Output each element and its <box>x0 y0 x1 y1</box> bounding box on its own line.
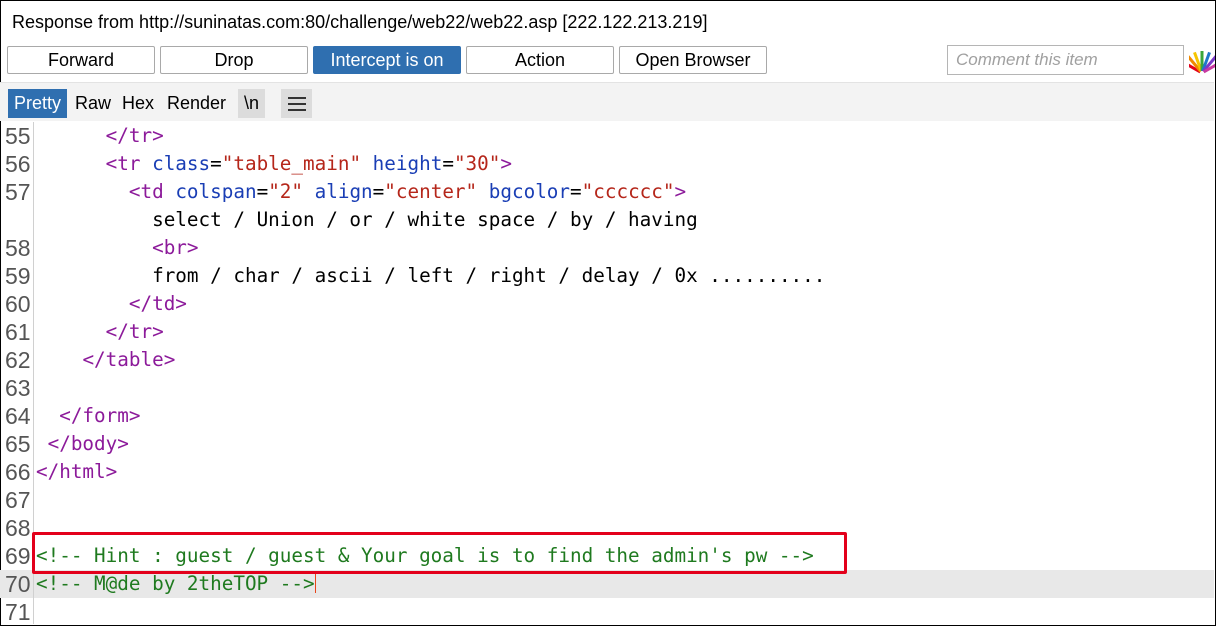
newline-toggle-button[interactable]: \n <box>238 89 266 118</box>
code-line[interactable]: 60 </td> <box>0 290 1214 318</box>
code-line[interactable]: 57 <td colspan="2" align="center" bgcolo… <box>0 178 1214 206</box>
tab-hex[interactable]: Hex <box>116 89 160 118</box>
code-text: </table> <box>82 348 176 371</box>
code-text: </tr> <box>105 124 164 147</box>
line-number: 55 <box>5 123 31 149</box>
action-button[interactable]: Action <box>466 46 614 74</box>
code-line[interactable]: 59 from / char / ascii / left / right / … <box>0 262 1214 290</box>
code-text: <br> <box>152 236 199 259</box>
code-line[interactable]: 55 </tr> <box>0 122 1214 150</box>
text-cursor <box>314 571 316 593</box>
code-line[interactable]: 62 </table> <box>0 346 1214 374</box>
intercept-toggle-button[interactable]: Intercept is on <box>313 46 461 74</box>
line-number: 67 <box>5 487 31 513</box>
code-line[interactable]: 58 <br> <box>0 234 1214 262</box>
comment-input[interactable] <box>947 45 1184 75</box>
code-text: </td> <box>128 292 187 315</box>
line-number: 58 <box>5 235 31 261</box>
response-title: Response from http://suninatas.com:80/ch… <box>12 12 708 32</box>
code-text: </body> <box>47 432 129 455</box>
forward-button[interactable]: Forward <box>7 46 155 74</box>
line-number: 70 <box>5 571 31 597</box>
line-number: 62 <box>5 347 31 373</box>
code-line[interactable]: 67 <box>0 486 1214 514</box>
line-number: 68 <box>5 515 31 541</box>
code-text: </tr> <box>105 320 164 343</box>
code-line[interactable]: 64 </form> <box>0 402 1214 430</box>
code-line[interactable]: 66 </html> <box>0 458 1214 486</box>
code-line[interactable]: select / Union / or / white space / by /… <box>0 206 1214 234</box>
line-number: 71 <box>5 599 31 625</box>
code-text: <td colspan="2" align="center" bgcolor="… <box>128 180 687 203</box>
line-number: 63 <box>5 375 31 401</box>
code-text: from / char / ascii / left / right / del… <box>152 264 826 287</box>
code-text: <tr class="table_main" height="30"> <box>105 152 512 175</box>
code-text: select / Union / or / white space / by /… <box>152 208 698 231</box>
code-line[interactable]: 56 <tr class="table_main" height="30"> <box>0 150 1214 178</box>
tab-render[interactable]: Render <box>161 89 232 118</box>
highlighter-palette-icon[interactable] <box>1182 47 1216 75</box>
line-number: 66 <box>5 459 31 485</box>
drop-button[interactable]: Drop <box>160 46 308 74</box>
code-line[interactable]: 65 </body> <box>0 430 1214 458</box>
hamburger-menu-icon[interactable] <box>281 89 312 118</box>
line-number: 60 <box>5 291 31 317</box>
line-number: 61 <box>5 319 31 345</box>
line-number: 57 <box>5 179 31 205</box>
tab-raw[interactable]: Raw <box>69 89 117 118</box>
code-text: </form> <box>59 404 141 427</box>
open-browser-button[interactable]: Open Browser <box>619 46 767 74</box>
annotation-box <box>32 532 847 574</box>
tab-pretty[interactable]: Pretty <box>8 89 68 118</box>
line-number: 56 <box>5 151 31 177</box>
code-line[interactable]: 71 <box>0 598 1214 626</box>
line-number: 65 <box>5 431 31 457</box>
line-number: 64 <box>5 403 31 429</box>
code-text: </html> <box>36 460 118 483</box>
code-text: <!-- M@de by 2theTOP --> <box>36 571 316 595</box>
line-number: 69 <box>5 543 31 569</box>
line-number: 59 <box>5 263 31 289</box>
code-line[interactable]: 70 <!-- M@de by 2theTOP --> <box>0 570 1214 598</box>
code-line[interactable]: 61 </tr> <box>0 318 1214 346</box>
code-line[interactable]: 63 <box>0 374 1214 402</box>
